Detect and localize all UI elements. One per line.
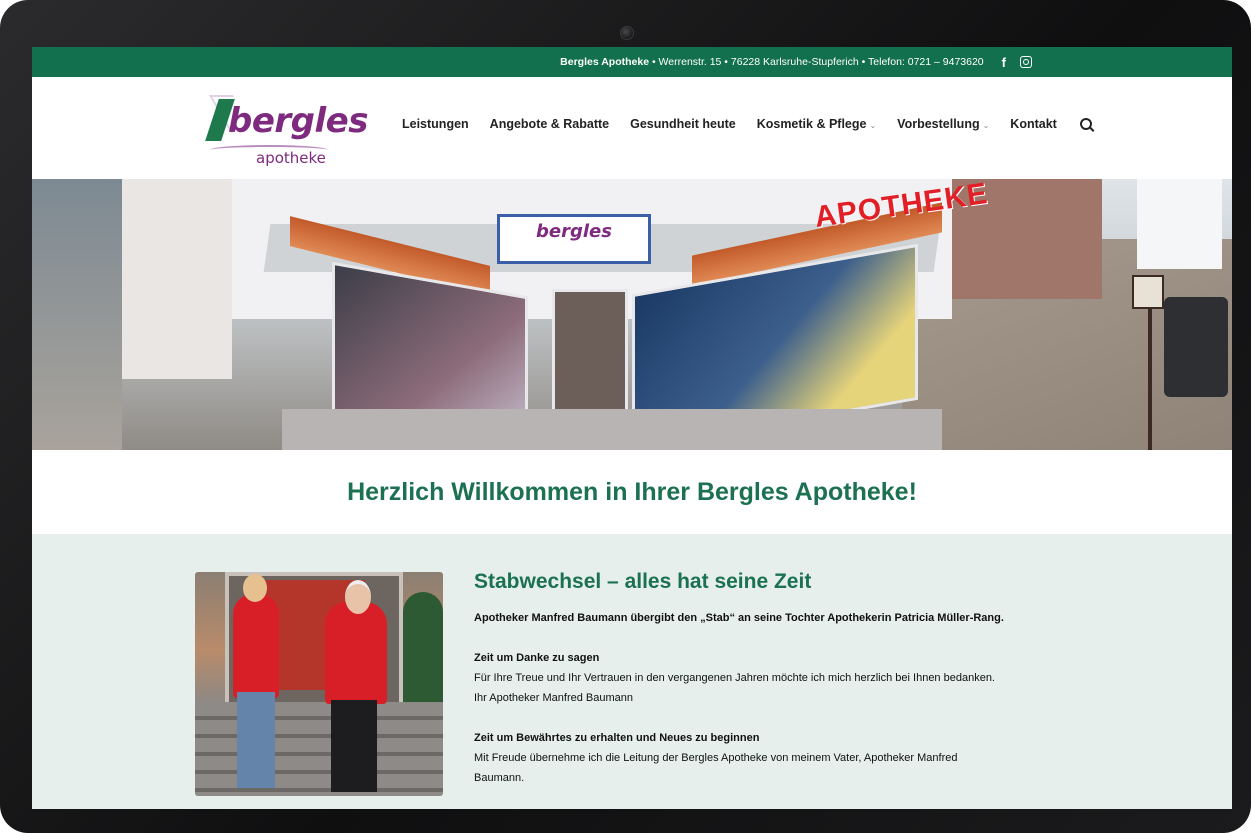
main-nav: Leistungen Angebote & Rabatte Gesundheit…	[402, 117, 1092, 131]
business-name: Bergles Apotheke	[560, 56, 650, 68]
chevron-down-icon: ⌄	[869, 121, 877, 130]
nav-item-kontakt[interactable]: Kontakt	[1010, 117, 1057, 131]
new-beginning-title: Zeit um Bewährtes zu erhalten und Neues …	[474, 732, 760, 744]
chevron-down-icon: ⌄	[982, 121, 990, 130]
photo-woman-head	[243, 574, 267, 602]
nav-item-leistungen[interactable]: Leistungen	[402, 117, 469, 131]
thanks-line-1: Für Ihre Treue und Ihr Vertrauen in den …	[474, 672, 995, 684]
photo-woman	[233, 594, 279, 698]
welcome-title: Herzlich Willkommen in Ihrer Bergles Apo…	[347, 477, 917, 506]
nav-item-angebote[interactable]: Angebote & Rabatte	[490, 117, 609, 131]
hero-street-left	[32, 179, 122, 450]
address-text: • Werrenstr. 15 • 76228 Karlsruhe-Stupfe…	[649, 56, 984, 68]
bergles-logo[interactable]: bergles apotheke	[205, 89, 368, 169]
welcome-section: Herzlich Willkommen in Ihrer Bergles Apo…	[32, 450, 1232, 534]
street-lamp-head	[1132, 275, 1164, 309]
logo-sub: apotheke	[256, 149, 326, 167]
photo-plant	[403, 592, 443, 702]
photo-man	[325, 602, 387, 704]
article-section: Stabwechsel – alles hat seine Zeit Apoth…	[32, 534, 1232, 809]
webcam-icon	[620, 26, 634, 40]
nav-item-vorbestellung[interactable]: Vorbestellung ⌄	[897, 117, 989, 131]
thanks-block: Zeit um Danke zu sagen Für Ihre Treue un…	[474, 648, 1094, 708]
truck	[1137, 179, 1222, 269]
search-icon[interactable]	[1079, 118, 1092, 130]
shop-door	[552, 289, 628, 425]
nav-item-kosmetik[interactable]: Kosmetik & Pflege ⌄	[757, 117, 876, 131]
hero-house-left	[122, 179, 232, 379]
building-base	[282, 409, 942, 450]
new-beginning-line-1: Mit Freude übernehme ich die Leitung der…	[474, 752, 958, 764]
photo-man-head	[345, 580, 371, 614]
instagram-icon[interactable]	[1020, 56, 1032, 68]
article-text: Stabwechsel – alles hat seine Zeit Apoth…	[474, 570, 1094, 808]
nav-item-vorbestellung-label: Vorbestellung	[897, 117, 980, 131]
top-info-bar: Bergles Apotheke • Werrenstr. 15 • 76228…	[32, 47, 1232, 77]
parked-car	[1164, 297, 1228, 397]
new-beginning-line-2: Baumann.	[474, 772, 525, 784]
hero-image: bergles APOTHEKE	[32, 179, 1232, 450]
handover-photo	[195, 572, 443, 796]
facebook-icon[interactable]: f	[1002, 55, 1006, 70]
browser-screen: Bergles Apotheke • Werrenstr. 15 • 76228…	[32, 47, 1232, 809]
street-lamp-pole	[1148, 289, 1152, 450]
storefront-logo-sign: bergles	[497, 214, 651, 264]
new-beginning-block: Zeit um Bewährtes zu erhalten und Neues …	[474, 728, 1094, 788]
photo-steps	[195, 702, 443, 796]
thanks-title: Zeit um Danke zu sagen	[474, 652, 600, 664]
site-header: bergles apotheke Leistungen Angebote & R…	[32, 77, 1232, 179]
nav-item-kosmetik-label: Kosmetik & Pflege	[756, 117, 867, 131]
photo-man-legs	[331, 700, 377, 792]
social-links: f	[1002, 55, 1032, 70]
logo-word: bergles	[228, 101, 368, 141]
thanks-line-2: Ihr Apotheker Manfred Baumann	[474, 692, 633, 704]
article-lead: Apotheker Manfred Baumann übergibt den „…	[474, 612, 1004, 624]
photo-woman-legs	[237, 692, 275, 788]
nav-item-gesundheit[interactable]: Gesundheit heute	[630, 117, 736, 131]
contact-info: Bergles Apotheke • Werrenstr. 15 • 76228…	[560, 56, 984, 68]
article-title: Stabwechsel – alles hat seine Zeit	[474, 570, 812, 593]
